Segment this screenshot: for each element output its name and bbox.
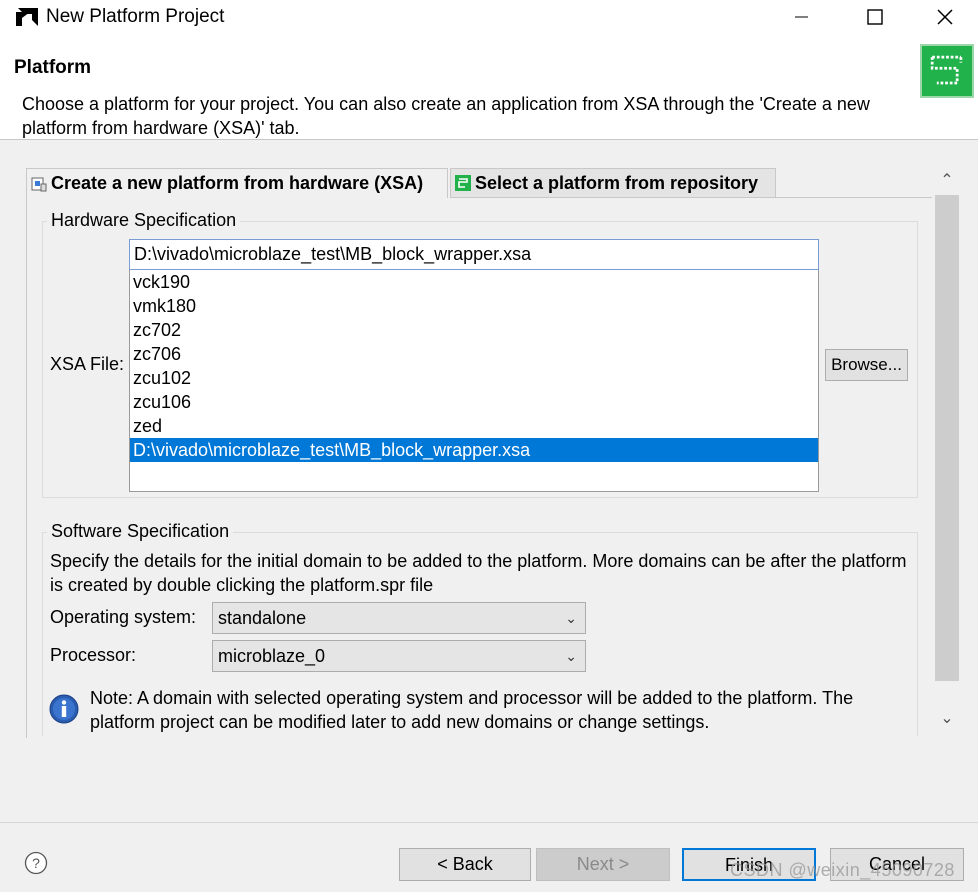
processor-select[interactable]: microblaze_0 ⌄ bbox=[212, 640, 586, 672]
hardware-chip-icon bbox=[31, 177, 47, 191]
hardware-specification-legend: Hardware Specification bbox=[47, 210, 241, 231]
processor-value: microblaze_0 bbox=[218, 646, 326, 666]
xsa-option[interactable]: zc706 bbox=[130, 342, 818, 366]
scroll-up-icon[interactable]: ⌃ bbox=[935, 170, 959, 194]
software-description: Specify the details for the initial doma… bbox=[50, 551, 907, 595]
browse-button[interactable]: Browse... bbox=[825, 349, 908, 381]
svg-text:?: ? bbox=[32, 855, 40, 871]
minimize-button[interactable] bbox=[778, 0, 824, 34]
footer-divider bbox=[0, 822, 978, 823]
xsa-file-label: XSA File: bbox=[50, 354, 125, 374]
xsa-option[interactable]: zc702 bbox=[130, 318, 818, 342]
xsa-option[interactable]: zcu102 bbox=[130, 366, 818, 390]
app-logo-icon bbox=[16, 8, 38, 26]
tab-create-from-hardware[interactable]: Create a new platform from hardware (XSA… bbox=[26, 168, 448, 198]
next-button[interactable]: Next > bbox=[536, 848, 670, 881]
processor-label: Processor: bbox=[50, 645, 137, 665]
operating-system-label: Operating system: bbox=[50, 607, 197, 627]
window-title: New Platform Project bbox=[46, 6, 225, 27]
back-button[interactable]: < Back bbox=[399, 848, 531, 881]
help-icon[interactable]: ? bbox=[24, 851, 48, 875]
software-specification-legend: Software Specification bbox=[47, 521, 234, 542]
platform-wizard-icon bbox=[920, 44, 974, 98]
info-icon bbox=[49, 694, 79, 724]
operating-system-select[interactable]: standalone ⌄ bbox=[212, 602, 586, 634]
chevron-down-icon: ⌄ bbox=[565, 610, 577, 626]
xsa-file-input[interactable] bbox=[129, 239, 819, 270]
chevron-down-icon: ⌄ bbox=[565, 648, 577, 664]
tab-select-from-repository-label: Select a platform from repository bbox=[475, 172, 759, 193]
domain-note: Note: A domain with selected operating s… bbox=[90, 688, 854, 732]
page-description: Choose a platform for your project. You … bbox=[22, 94, 870, 138]
scroll-down-icon[interactable]: ⌄ bbox=[935, 708, 959, 732]
xsa-option[interactable]: vck190 bbox=[130, 270, 818, 294]
close-button[interactable] bbox=[920, 0, 966, 34]
xsa-option[interactable]: zed bbox=[130, 414, 818, 438]
xsa-option[interactable]: zcu106 bbox=[130, 390, 818, 414]
operating-system-value: standalone bbox=[218, 608, 307, 628]
xsa-option[interactable]: vmk180 bbox=[130, 294, 818, 318]
watermark: CSDN @weixin_45090728 bbox=[730, 860, 955, 880]
tab-select-from-repository[interactable]: Select a platform from repository bbox=[450, 168, 776, 198]
maximize-button[interactable] bbox=[852, 0, 898, 34]
scrollbar-thumb[interactable] bbox=[935, 195, 959, 681]
platform-repo-icon bbox=[455, 175, 471, 191]
page-title: Platform bbox=[14, 57, 92, 78]
xsa-dropdown-list[interactable]: vck190 vmk180 zc702 zc706 zcu102 zcu106 zed D:\… bbox=[129, 270, 819, 492]
xsa-option[interactable]: D:\vivado\microblaze_test\MB_block_wrapp… bbox=[130, 438, 818, 462]
tab-create-from-hardware-label: Create a new platform from hardware (XSA… bbox=[51, 173, 424, 193]
